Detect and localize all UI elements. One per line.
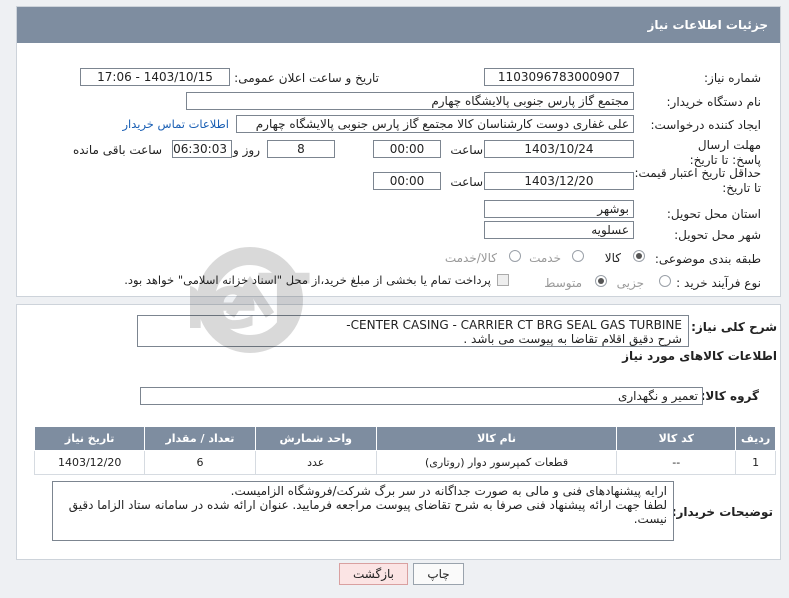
cell-code: -- [616, 450, 737, 475]
col-code: کد کالا [616, 426, 737, 451]
table-row: 1 -- قطعات کمپرسور دوار (روتاری) عدد 6 1… [33, 450, 776, 475]
need-number-field: 1103096783000907 [484, 68, 634, 86]
validity-time-label: ساعت [450, 175, 483, 189]
category-service-label: خدمت [529, 251, 561, 265]
treasury-payment-note: پرداخت تمام یا بخشی از مبلغ خرید،از محل … [124, 273, 491, 287]
province-label: استان محل تحویل: [666, 207, 761, 221]
panel-title: جزئیات اطلاعات نیاز [17, 7, 780, 43]
summary-line-2: شرح دقیق اقلام تقاضا به پیوست می باشد . [463, 332, 682, 346]
goods-table-header: ردیف کد کالا نام کالا واحد شمارش تعداد /… [33, 426, 776, 451]
announce-label: تاریخ و ساعت اعلان عمومی: [234, 71, 379, 85]
province-field: بوشهر [484, 200, 634, 218]
category-both-label: کالا/خدمت [444, 251, 497, 265]
buyer-notes-textarea: ارایه پیشنهادهای فنی و مالی به صورت جداگ… [52, 481, 674, 541]
city-field: عسلویه [484, 221, 634, 239]
deadline-time-label: ساعت [450, 143, 483, 157]
cell-date: 1403/12/20 [33, 450, 146, 475]
category-goods-label: کالا [604, 251, 621, 265]
cell-qty: 6 [144, 450, 256, 475]
days-field: 8 [267, 140, 335, 158]
creator-field: علی غفاری دوست کارشناسان کالا مجتمع گاز … [236, 115, 634, 133]
deadline-label: مهلت ارسال پاسخ: تا تاریخ: [689, 138, 761, 167]
remaining-label: ساعت باقی مانده [72, 143, 162, 157]
cell-name: قطعات کمپرسور دوار (روتاری) [375, 450, 618, 475]
need-number-label: شماره نیاز: [704, 71, 761, 85]
remaining-time-field: 06:30:03 [172, 140, 232, 158]
print-button[interactable]: چاپ [413, 563, 464, 585]
summary-label: شرح کلی نیاز: [691, 320, 777, 334]
validity-date-field: 1403/12/20 [484, 172, 634, 190]
days-label: روز و [233, 143, 260, 157]
announce-field: 1403/10/15 - 17:06 [80, 68, 230, 86]
category-both-radio[interactable] [509, 250, 521, 262]
buyer-contact-link[interactable]: اطلاعات تماس خریدار [122, 117, 229, 131]
cell-unit: عدد [254, 450, 377, 475]
buyer-org-label: نام دستگاه خریدار: [666, 95, 762, 109]
creator-label: ایجاد کننده درخواست: [650, 118, 761, 132]
treasury-payment-checkbox[interactable] [497, 274, 509, 286]
category-goods-radio[interactable] [633, 250, 645, 262]
summary-line-1: CENTER CASING - CARRIER CT BRG SEAL GAS … [346, 318, 682, 332]
purchase-minor-label: جزیی [616, 276, 644, 290]
category-label: طبقه بندی موضوعی: [654, 252, 761, 266]
purchase-minor-radio[interactable] [659, 275, 671, 287]
purchase-medium-radio[interactable] [595, 275, 607, 287]
col-row: ردیف [735, 426, 776, 451]
deadline-time-field: 00:00 [373, 140, 441, 158]
validity-label: حداقل تاریخ اعتبار قیمت: تا تاریخ: [634, 166, 761, 195]
summary-textarea: CENTER CASING - CARRIER CT BRG SEAL GAS … [137, 315, 689, 347]
goods-group-label: گروه کالا: [700, 389, 759, 403]
goods-info-title: اطلاعات کالاهای مورد نیاز [622, 349, 777, 363]
purchase-medium-label: متوسط [544, 276, 582, 290]
purchase-type-label: نوع فرآیند خرید : [676, 276, 761, 290]
col-unit: واحد شمارش [254, 426, 377, 451]
buyer-org-field: مجتمع گاز پارس جنوبی پالایشگاه چهارم [186, 92, 634, 110]
col-qty: تعداد / مقدار [144, 426, 256, 451]
city-label: شهر محل تحویل: [674, 228, 761, 242]
category-service-radio[interactable] [572, 250, 584, 262]
cell-row: 1 [735, 450, 776, 475]
col-name: نام کالا [375, 426, 618, 451]
deadline-date-field: 1403/10/24 [484, 140, 634, 158]
back-button[interactable]: بازگشت [339, 563, 408, 585]
buyer-notes-label: توضیحات خریدار: [671, 505, 773, 519]
col-date: تاریخ نیاز [33, 426, 146, 451]
goods-table: ردیف کد کالا نام کالا واحد شمارش تعداد /… [33, 426, 776, 475]
validity-time-field: 00:00 [373, 172, 441, 190]
goods-group-field: تعمیر و نگهداری [140, 387, 703, 405]
